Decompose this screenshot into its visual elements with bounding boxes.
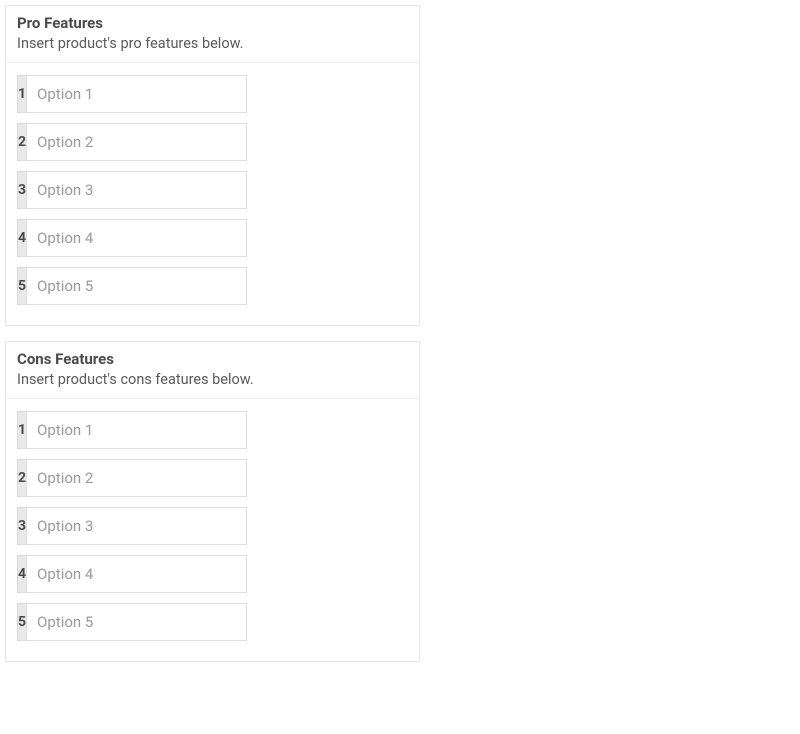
cons-option-row: 3 bbox=[17, 507, 244, 545]
cons-option-number: 2 bbox=[17, 459, 26, 497]
cons-option-number: 1 bbox=[17, 411, 26, 449]
cons-header: Cons Features Insert product's cons feat… bbox=[6, 342, 419, 399]
cons-option-row: 5 bbox=[17, 603, 244, 641]
cons-option-number: 3 bbox=[17, 507, 26, 545]
cons-option-input-1[interactable] bbox=[26, 411, 247, 449]
pro-option-number: 2 bbox=[17, 123, 26, 161]
pro-option-row: 1 bbox=[17, 75, 244, 113]
pro-option-input-1[interactable] bbox=[26, 75, 247, 113]
cons-option-row: 2 bbox=[17, 459, 244, 497]
pro-option-input-5[interactable] bbox=[26, 267, 247, 305]
cons-option-input-2[interactable] bbox=[26, 459, 247, 497]
cons-option-number: 5 bbox=[17, 603, 26, 641]
pro-option-row: 4 bbox=[17, 219, 244, 257]
pro-option-row: 3 bbox=[17, 171, 244, 209]
cons-option-input-4[interactable] bbox=[26, 555, 247, 593]
pro-option-row: 2 bbox=[17, 123, 244, 161]
pro-option-input-3[interactable] bbox=[26, 171, 247, 209]
cons-option-input-3[interactable] bbox=[26, 507, 247, 545]
pro-option-row: 5 bbox=[17, 267, 244, 305]
pro-option-number: 5 bbox=[17, 267, 26, 305]
pro-option-input-2[interactable] bbox=[26, 123, 247, 161]
cons-title: Cons Features bbox=[17, 350, 408, 368]
pro-body: 1 2 3 4 5 bbox=[6, 63, 419, 325]
cons-option-number: 4 bbox=[17, 555, 26, 593]
pro-features-panel: Pro Features Insert product's pro featur… bbox=[5, 5, 420, 326]
cons-desc: Insert product's cons features below. bbox=[17, 371, 408, 388]
cons-option-input-5[interactable] bbox=[26, 603, 247, 641]
cons-features-panel: Cons Features Insert product's cons feat… bbox=[5, 341, 420, 662]
pro-option-input-4[interactable] bbox=[26, 219, 247, 257]
pro-option-number: 3 bbox=[17, 171, 26, 209]
cons-body: 1 2 3 4 5 bbox=[6, 399, 419, 661]
cons-option-row: 4 bbox=[17, 555, 244, 593]
pro-header: Pro Features Insert product's pro featur… bbox=[6, 6, 419, 63]
pro-option-number: 4 bbox=[17, 219, 26, 257]
pro-option-number: 1 bbox=[17, 75, 26, 113]
pro-title: Pro Features bbox=[17, 14, 408, 32]
cons-option-row: 1 bbox=[17, 411, 244, 449]
pro-desc: Insert product's pro features below. bbox=[17, 35, 408, 52]
